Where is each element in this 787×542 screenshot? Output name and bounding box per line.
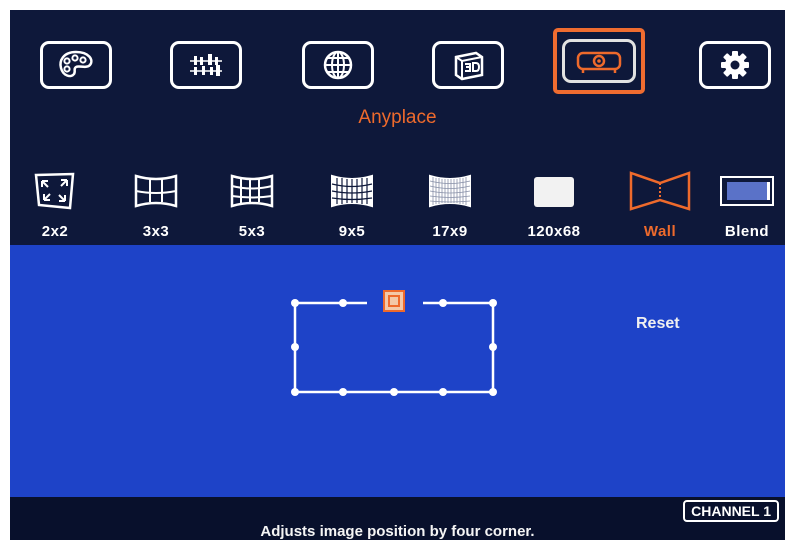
- wall-corner-icon: [628, 165, 692, 217]
- corner-adjust-icon: [33, 165, 77, 217]
- section-title: Anyplace: [358, 107, 437, 128]
- curved-grid-17x9-icon: [427, 165, 473, 217]
- mode-label: 2x2: [41, 223, 69, 240]
- mode-label: Blend: [724, 223, 770, 240]
- gear-icon: [699, 41, 771, 89]
- mode-label: Wall: [643, 223, 677, 240]
- mode-5x3[interactable]: 5x3: [212, 165, 292, 245]
- dense-grid-icon: [531, 165, 577, 217]
- corner-frame-editor[interactable]: [285, 285, 505, 404]
- menu-item-projector[interactable]: [553, 28, 645, 94]
- curved-grid-5x3-icon: [229, 165, 275, 217]
- mode-120x68[interactable]: 120x68: [514, 165, 594, 245]
- mode-9x5[interactable]: 9x5: [312, 165, 392, 245]
- menu-item-adjust[interactable]: [168, 34, 244, 96]
- globe-icon: [302, 41, 374, 89]
- menu-item-picture[interactable]: [38, 34, 114, 96]
- help-text: Adjusts image position by four corner.: [260, 523, 535, 540]
- mode-label: 3x3: [142, 223, 170, 240]
- curved-grid-3x3-icon: [133, 165, 179, 217]
- projector-icon: [562, 39, 636, 83]
- menu-item-network[interactable]: [300, 34, 376, 96]
- mode-label: 120x68: [527, 223, 581, 240]
- menu-item-system[interactable]: [697, 34, 773, 96]
- 3d-icon: [432, 41, 504, 89]
- mode-3x3[interactable]: 3x3: [116, 165, 196, 245]
- menu-item-3d[interactable]: [430, 34, 506, 96]
- mode-label: 17x9: [432, 223, 468, 240]
- channel-badge: CHANNEL 1: [683, 500, 779, 522]
- curved-grid-9x5-icon: [329, 165, 375, 217]
- top-menu-area: Anyplace 2x2 3x3 5x3 9x5 17x9 120x68 Wal…: [10, 10, 785, 245]
- mode-blend[interactable]: Blend: [707, 165, 785, 245]
- mode-2x2[interactable]: 2x2: [15, 165, 95, 245]
- osd-screen: Anyplace 2x2 3x3 5x3 9x5 17x9 120x68 Wal…: [10, 10, 785, 540]
- status-bar: CHANNEL 1 Adjusts image position by four…: [10, 497, 785, 540]
- reset-button[interactable]: Reset: [636, 315, 680, 333]
- palette-icon: [40, 41, 112, 89]
- mode-label: 9x5: [338, 223, 366, 240]
- mode-17x9[interactable]: 17x9: [410, 165, 490, 245]
- blend-icon: [718, 165, 776, 217]
- settings-sliders-icon: [170, 41, 242, 89]
- mode-label: 5x3: [238, 223, 266, 240]
- mode-wall[interactable]: Wall: [620, 165, 700, 245]
- adjust-area: Reset: [10, 245, 785, 497]
